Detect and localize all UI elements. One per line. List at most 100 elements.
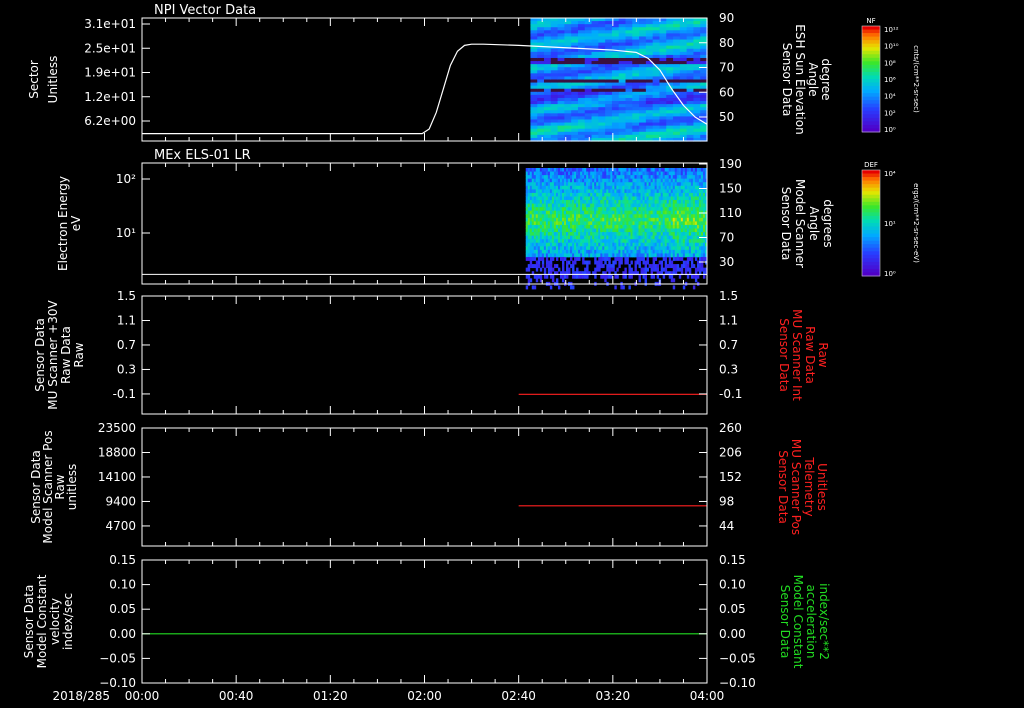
x-tick-label: 03:20 [596, 689, 631, 703]
heatmap-cell [670, 260, 674, 265]
heatmap-cell [692, 264, 696, 269]
heatmap-cell [634, 264, 637, 269]
panel-3: 1.5 1.1 0.7 0.3 -0.1 1.5 1.1 0.7 0.3 -0.1 [113, 289, 742, 415]
heatmap-cell [602, 264, 605, 269]
y2-tick-label: 1.5 [719, 289, 738, 303]
heatmap-cell [624, 267, 627, 272]
colorbar-swatch [862, 96, 880, 101]
colorbar-swatch [862, 117, 880, 122]
heatmap-cell [638, 264, 641, 269]
colorbar-swatch [862, 244, 880, 249]
y-tick-label: -0.1 [113, 387, 136, 401]
heatmap-cell [598, 267, 601, 272]
y2-axis-label: Unitless [815, 463, 829, 511]
colorbar-swatch [862, 100, 880, 105]
heatmap-cell [612, 267, 615, 272]
heatmap-cell [700, 260, 704, 265]
colorbar-swatch [862, 103, 880, 108]
x-tick-label: 00:00 [125, 689, 160, 703]
heatmap-cell [568, 267, 571, 272]
heatmap-cell [652, 260, 656, 265]
heatmap-cell [555, 278, 559, 283]
heatmap-cell [694, 256, 698, 261]
colorbar-swatch [862, 86, 880, 91]
heatmap-cell [656, 267, 660, 272]
heatmap-cell [572, 267, 575, 272]
heatmap-cell [541, 260, 545, 265]
y2-tick-label: 44 [719, 519, 734, 533]
heatmap-cell [646, 267, 649, 272]
plot-canvas: 3.1e+01 2.5e+01 1.9e+01 1.2e+01 6.2e+00 90 80 7… [22, 3, 920, 703]
y2-tick-label: 206 [719, 445, 742, 459]
colorbar-units: cnts/(cm**2-sr-sec) [912, 45, 920, 113]
y2-tick-label: −0.10 [719, 676, 756, 690]
heatmap-cell [561, 264, 565, 269]
heatmap-cell [616, 267, 619, 272]
colorbar-units: ergs/(cm**2-sr-sec-eV) [912, 183, 920, 263]
x-tick-label: 02:00 [407, 689, 442, 703]
heatmap-cell [694, 278, 698, 283]
heatmap-cell [664, 260, 668, 265]
y-tick-label: 0.3 [117, 362, 136, 376]
y-tick-label: −0.05 [99, 651, 136, 665]
colorbar-swatch [862, 107, 880, 112]
heatmap-cell [551, 256, 555, 261]
y2-axis-label: MU Scanner Int [790, 309, 804, 401]
colorbar-swatch [862, 57, 880, 62]
y-axis-label: Model Constant [35, 574, 49, 668]
heatmap-cell [568, 260, 571, 265]
heatmap-cell [594, 256, 597, 261]
y2-axis-label: Raw Data [803, 326, 817, 384]
y-axis-label: velocity [48, 598, 62, 645]
colorbar-tick: 10¹² [884, 26, 899, 34]
heatmap-cell [646, 256, 649, 261]
y2-axis-label: Sensor Data [776, 450, 790, 524]
y-tick-label: 6.2e+00 [84, 114, 136, 128]
heatmap-cell [616, 274, 619, 279]
y2-tick-label: 98 [719, 494, 734, 508]
colorbar-swatch [862, 50, 880, 55]
y2-axis-label: Model Constant [791, 575, 805, 669]
colorbar-swatch [862, 254, 880, 259]
y-axis-label: index/sec [61, 593, 75, 650]
x-tick-label: 00:40 [219, 689, 254, 703]
colorbar-swatch [862, 173, 880, 178]
heatmap-cell [586, 267, 589, 272]
heatmap-cell [656, 274, 660, 279]
heatmap-cell [680, 267, 684, 272]
heatmap-cell [686, 264, 690, 269]
heatmap-cell [700, 264, 704, 269]
colorbar-swatch [862, 79, 880, 84]
y2-tick-label: 150 [719, 182, 742, 196]
heatmap-cell [620, 256, 623, 261]
heatmap-cell [572, 285, 575, 290]
heatmap-cell [539, 267, 543, 272]
colorbar-swatch [862, 265, 880, 270]
y-axis-label: Sensor Data [22, 585, 36, 659]
y-tick-label: 1.2e+01 [84, 90, 136, 104]
colorbar-tick: 10⁸ [884, 59, 896, 67]
colorbar-swatch [862, 110, 880, 115]
heatmap-cell [586, 264, 589, 269]
heatmap-cell [594, 274, 597, 279]
heatmap-cell [527, 267, 531, 272]
y2-tick-label: 1.1 [719, 313, 738, 327]
heatmap-cell [561, 267, 565, 272]
date-label: 2018/285 [53, 689, 111, 703]
colorbar-swatch [862, 170, 880, 175]
y-axis-label: eV [69, 215, 83, 231]
heatmap-cell [545, 274, 549, 279]
colorbar-swatch [862, 33, 880, 38]
colorbar-swatch [862, 29, 880, 34]
heatmap-cell [660, 264, 664, 269]
colorbar-swatch [862, 75, 880, 80]
y2-tick-label: 190 [719, 157, 742, 171]
heatmap-cell [644, 278, 647, 283]
colorbar-title: DEF [864, 161, 878, 169]
colorbar-swatch [862, 212, 880, 217]
colorbar-swatch [862, 215, 880, 220]
y2-axis-label: index/sec**2 [817, 583, 831, 660]
colorbar-swatch [862, 114, 880, 119]
heatmap-cell [676, 264, 680, 269]
colorbar-swatch [862, 208, 880, 213]
